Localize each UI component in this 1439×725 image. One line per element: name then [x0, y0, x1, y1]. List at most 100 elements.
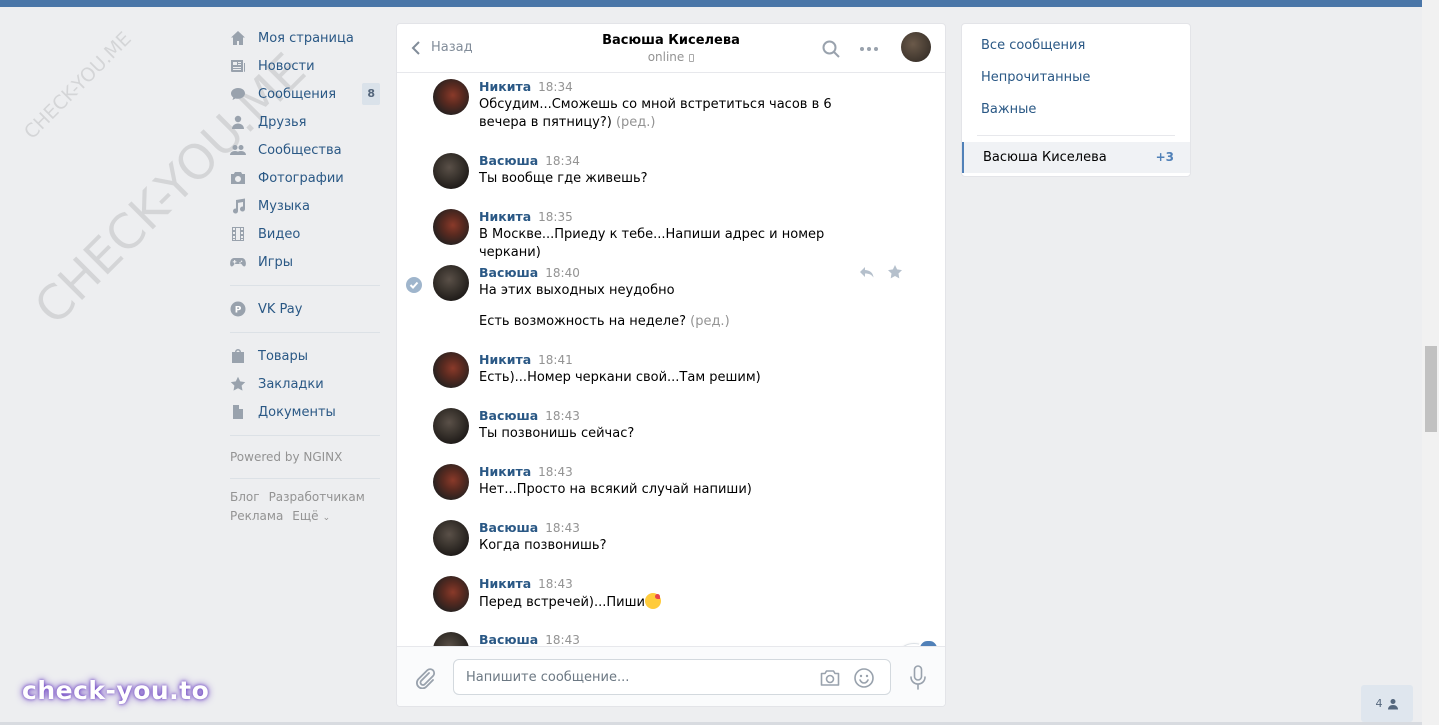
message-time[interactable]: 18:43	[545, 521, 580, 535]
message-time[interactable]: 18:43	[545, 633, 580, 646]
sidebar-item-games[interactable]: Игры	[230, 248, 380, 276]
message-time[interactable]: 18:34	[538, 80, 573, 94]
powered-by-text: Powered by NGINX	[230, 450, 343, 464]
star-icon[interactable]	[887, 264, 903, 280]
footer-links: Блог Разработчикам Реклама Ещё ⌄	[230, 488, 380, 528]
message-author[interactable]: Никита	[479, 576, 531, 591]
online-count: 4	[1375, 697, 1383, 710]
top-header-bar	[0, 0, 1422, 7]
more-options-icon[interactable]	[858, 39, 880, 59]
message-history[interactable]: Никита 18:34 Обсудим...Сможешь со мной вс…	[397, 73, 945, 646]
message-input[interactable]	[466, 660, 806, 694]
sidebar-item-messages[interactable]: Сообщения 8	[230, 80, 380, 108]
paperclip-icon[interactable]	[414, 667, 436, 689]
sidebar-item-my-page[interactable]: Моя страница	[230, 24, 380, 52]
home-icon	[230, 30, 246, 46]
person-icon	[1387, 698, 1398, 709]
avatar[interactable]	[433, 153, 469, 189]
message-time[interactable]: 18:34	[545, 154, 580, 168]
avatar[interactable]	[433, 576, 469, 612]
message-author[interactable]: Васюша	[479, 265, 538, 280]
sidebar-item-label: Товары	[258, 348, 309, 364]
avatar[interactable]	[433, 464, 469, 500]
message-header: Никита 18:34	[479, 79, 573, 94]
avatar[interactable]	[433, 632, 469, 646]
scrollbar-thumb[interactable]	[1425, 346, 1437, 432]
message-author[interactable]: Никита	[479, 79, 531, 94]
message-header: Никита 18:41	[479, 352, 573, 367]
selected-check-icon[interactable]	[406, 277, 422, 293]
camera-icon[interactable]	[819, 667, 841, 689]
footer-link-developers[interactable]: Разработчикам	[269, 490, 365, 504]
page-scrollbar[interactable]	[1422, 0, 1439, 725]
message-author[interactable]: Васюша	[479, 632, 538, 646]
filter-important[interactable]: Важные	[962, 94, 1190, 126]
svg-text:P: P	[235, 306, 242, 316]
sidebar-item-label: Игры	[258, 254, 294, 270]
footer-link-more[interactable]: Ещё ⌄	[292, 509, 339, 523]
message-time[interactable]: 18:41	[538, 353, 573, 367]
watermark-small: CHECK-YOU.ME	[20, 27, 136, 144]
sidebar-item-label: Фотографии	[258, 170, 344, 186]
message-time[interactable]: 18:35	[538, 210, 573, 224]
message-author[interactable]: Васюша	[479, 408, 538, 423]
messages-icon	[230, 86, 246, 102]
online-friends-button[interactable]: 4	[1361, 685, 1413, 722]
sidebar-item-music[interactable]: Музыка	[230, 192, 380, 220]
sidebar-divider	[230, 435, 380, 436]
filter-unread[interactable]: Непрочитанные	[962, 62, 1190, 94]
sidebar-divider	[230, 285, 380, 286]
message-text: Есть)...Номер черкани свой...Там решим)	[479, 370, 761, 385]
gamepad-icon	[230, 254, 246, 270]
message-text: На этих выходных неудобно	[479, 283, 675, 298]
footer-link-blog[interactable]: Блог	[230, 490, 260, 504]
message-author[interactable]: Васюша	[479, 520, 538, 535]
message-author[interactable]: Никита	[479, 209, 531, 224]
avatar[interactable]	[433, 520, 469, 556]
sidebar-item-bookmarks[interactable]: Закладки	[230, 370, 380, 398]
active-conversation-item[interactable]: Васюша Киселева +3	[962, 142, 1190, 173]
avatar[interactable]	[433, 408, 469, 444]
avatar[interactable]	[433, 79, 469, 115]
microphone-icon[interactable]	[908, 665, 928, 691]
message-header: Никита 18:43	[479, 576, 573, 591]
message-author[interactable]: Никита	[479, 352, 531, 367]
mobile-icon	[689, 54, 695, 62]
avatar[interactable]	[433, 209, 469, 245]
message-time[interactable]: 18:40	[545, 266, 580, 280]
avatar[interactable]	[433, 352, 469, 388]
star-icon	[230, 376, 246, 392]
reply-icon[interactable]	[859, 264, 875, 280]
message-time[interactable]: 18:43	[538, 465, 573, 479]
message-header: Никита 18:43	[479, 464, 573, 479]
avatar[interactable]	[433, 265, 469, 301]
message-author[interactable]: Никита	[479, 464, 531, 479]
document-icon	[230, 404, 246, 420]
camera-icon	[230, 170, 246, 186]
sidebar-item-vkpay[interactable]: P VK Pay	[230, 295, 380, 323]
brand-watermark: check-you.to	[22, 676, 210, 705]
left-sidebar: Моя страница Новости Сообщения 8 Друзья …	[230, 24, 380, 528]
message-header: Васюша 18:40	[479, 265, 580, 280]
friend-icon	[230, 114, 246, 130]
filter-all-messages[interactable]: Все сообщения	[962, 30, 1190, 62]
message-time[interactable]: 18:43	[538, 577, 573, 591]
emoji-icon[interactable]	[853, 667, 875, 689]
sidebar-item-market[interactable]: Товары	[230, 342, 380, 370]
sidebar-item-groups[interactable]: Сообщества	[230, 136, 380, 164]
chat-header: Назад Васюша Киселева online	[397, 24, 945, 73]
conversation-new-count: +3	[1155, 150, 1174, 164]
sidebar-item-friends[interactable]: Друзья	[230, 108, 380, 136]
sidebar-item-photos[interactable]: Фотографии	[230, 164, 380, 192]
peer-status-text: online	[647, 50, 685, 64]
message-author[interactable]: Васюша	[479, 153, 538, 168]
sidebar-item-documents[interactable]: Документы	[230, 398, 380, 426]
sidebar-item-video[interactable]: Видео	[230, 220, 380, 248]
search-icon[interactable]	[821, 39, 841, 59]
message-text: В Москве...Приеду к тебе...Напиши адрес …	[479, 227, 825, 260]
video-icon	[230, 226, 246, 242]
sidebar-item-news[interactable]: Новости	[230, 52, 380, 80]
message-time[interactable]: 18:43	[545, 409, 580, 423]
footer-link-ads[interactable]: Реклама	[230, 509, 283, 523]
peer-avatar[interactable]	[901, 32, 931, 62]
